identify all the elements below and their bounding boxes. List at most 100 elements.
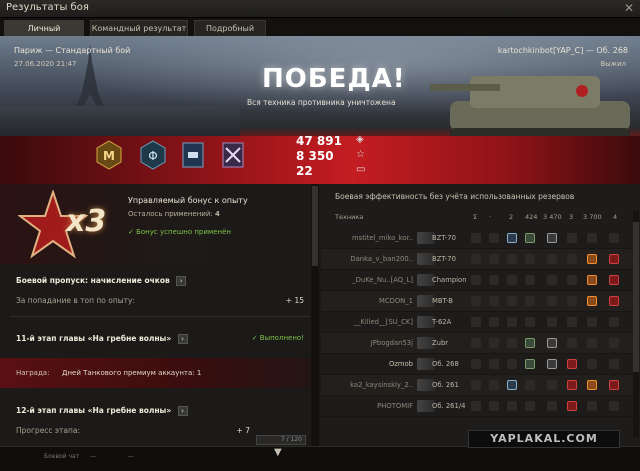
table-row[interactable]: ka2_kaysinskiy_2.. Об. 261 xyxy=(321,375,633,396)
player-name: kartochkinbot[YAP_C] — Об. 268 xyxy=(497,46,628,55)
red-stat-icon[interactable] xyxy=(609,380,619,390)
blue-stat-icon[interactable] xyxy=(507,233,517,243)
tank-name-cell: Champion xyxy=(432,276,467,284)
empty-stat-icon xyxy=(609,233,619,243)
battle-pass-row: За попадание в топ по опыту: + 15 xyxy=(16,296,304,305)
empty-stat-icon xyxy=(507,359,517,369)
green-stat-icon[interactable] xyxy=(525,233,535,243)
bonus-remaining-label: Осталось применений: xyxy=(128,210,213,218)
red-stat-icon[interactable] xyxy=(609,275,619,285)
efficiency-pane: Боевая эффективность без учёта использов… xyxy=(321,184,640,446)
empty-stat-icon xyxy=(567,275,577,285)
efficiency-header: Техника Σ · 2 424 3 470 3 3 700 4 xyxy=(321,210,633,224)
stage11-status: ✓ Выполнено! xyxy=(251,334,304,342)
empty-stat-icon xyxy=(507,317,517,327)
m-class-medal-icon[interactable]: M xyxy=(96,140,122,170)
scroll-down-arrow-icon[interactable]: ▼ xyxy=(274,447,282,458)
empty-stat-icon xyxy=(587,359,597,369)
empty-stat-icon xyxy=(489,275,499,285)
orange-stat-icon[interactable] xyxy=(587,275,597,285)
empty-stat-icon xyxy=(525,275,535,285)
gray-stat-icon[interactable] xyxy=(547,359,557,369)
empty-stat-icon xyxy=(489,254,499,264)
credits-icon: ◈ xyxy=(356,134,364,145)
gray-stat-icon[interactable] xyxy=(547,338,557,348)
tab-team-result[interactable]: Командный результат xyxy=(90,20,188,36)
empty-stat-icon xyxy=(525,380,535,390)
empty-stat-icon xyxy=(489,296,499,306)
table-row[interactable]: PHOTOMIF Об. 261/4 xyxy=(321,396,633,417)
result-banner: Париж — Стандартный бой 27.06.2020 21:47… xyxy=(0,36,640,184)
red-stat-icon[interactable] xyxy=(609,296,619,306)
bonus-multiplier: x3 xyxy=(66,204,107,239)
star-icon: ☆ xyxy=(356,149,365,160)
table-row[interactable]: Ozmob Об. 268 xyxy=(321,354,633,375)
efficiency-scrollbar-thumb[interactable] xyxy=(633,222,639,372)
stage12-points: + 7 xyxy=(236,426,250,435)
red-stat-icon[interactable] xyxy=(609,254,619,264)
battle-pass-arrow-button[interactable]: › xyxy=(176,276,187,286)
table-row[interactable]: JPbogdan53j Zubr xyxy=(321,333,633,354)
header-col424: 424 xyxy=(525,213,538,221)
left-scrollbar[interactable] xyxy=(311,184,319,446)
table-row[interactable]: MCDON_1 MBT-B xyxy=(321,291,633,312)
blue-stat-icon[interactable] xyxy=(507,380,517,390)
left-scrollbar-thumb[interactable] xyxy=(312,186,318,266)
red-stat-icon[interactable] xyxy=(567,401,577,411)
orange-stat-icon[interactable] xyxy=(587,380,597,390)
svg-text:Φ: Φ xyxy=(148,149,157,163)
shield-medal-icon[interactable]: Φ xyxy=(140,140,166,170)
battle-pass-section: Боевой пропуск: начисление очков › xyxy=(16,276,327,286)
stage11-arrow-button[interactable]: › xyxy=(177,334,188,344)
table-row[interactable]: Danka_v_ban200.. BZT-70 xyxy=(321,249,633,270)
empty-stat-icon xyxy=(609,317,619,327)
divider xyxy=(10,316,310,317)
header-col3: 3 xyxy=(569,213,574,221)
red-stat-icon[interactable] xyxy=(567,359,577,369)
tank-name-cell: BZT-70 xyxy=(432,234,456,242)
empty-stat-icon xyxy=(507,296,517,306)
table-row[interactable]: __Killed__[SU_CK] T-62A xyxy=(321,312,633,333)
empty-stat-icon xyxy=(471,401,481,411)
tank-medal-icon[interactable] xyxy=(180,140,206,170)
orange-stat-icon[interactable] xyxy=(587,254,597,264)
empty-stat-icon xyxy=(507,338,517,348)
empty-stat-icon xyxy=(471,317,481,327)
empty-stat-icon xyxy=(525,401,535,411)
empty-stat-icon xyxy=(471,254,481,264)
table-row[interactable]: mstitel_miko_kor.. BZT-70 xyxy=(321,228,633,249)
tab-detailed-report[interactable]: Подробный отчёт xyxy=(194,20,266,49)
victory-subtitle: Вся техника противника уничтожена xyxy=(247,98,396,107)
empty-stat-icon xyxy=(489,401,499,411)
battle-pass-points: + 15 xyxy=(285,296,304,305)
player-name-cell: JPbogdan53j xyxy=(370,339,413,347)
gray-stat-icon[interactable] xyxy=(547,233,557,243)
player-name-cell: mstitel_miko_kor.. xyxy=(352,234,413,242)
player-name-cell: MCDON_1 xyxy=(378,297,413,305)
stage12-title: 12-й этап главы «На гребне волны» xyxy=(16,406,172,415)
empty-stat-icon xyxy=(489,317,499,327)
efficiency-scrollbar[interactable] xyxy=(633,210,639,438)
table-row[interactable]: _DuKe_Nu..[AQ_L] Champion xyxy=(321,270,633,291)
empty-stat-icon xyxy=(471,233,481,243)
orange-stat-icon[interactable] xyxy=(587,296,597,306)
green-stat-icon[interactable] xyxy=(525,359,535,369)
tab-personal-result[interactable]: Личный результат xyxy=(4,20,84,49)
header-sum: Σ xyxy=(473,213,478,221)
close-icon[interactable]: ✕ xyxy=(624,1,634,15)
header-col2: 2 xyxy=(509,213,514,221)
tank-name-cell: Об. 261 xyxy=(432,381,459,389)
red-stat-icon[interactable] xyxy=(567,380,577,390)
experience-value: 8 350 xyxy=(296,149,334,163)
green-stat-icon[interactable] xyxy=(525,338,535,348)
victory-title: ПОБЕДА! xyxy=(262,64,406,94)
footer-item-chat[interactable]: Боевой чат xyxy=(44,453,79,460)
tank-name-cell: Об. 261/4 xyxy=(432,402,466,410)
empty-stat-icon xyxy=(609,401,619,411)
city-silhouette xyxy=(0,106,240,136)
crossed-guns-medal-icon[interactable] xyxy=(220,140,246,170)
header-col3470: 3 470 xyxy=(543,213,562,221)
stage12-arrow-button[interactable]: › xyxy=(177,406,188,416)
empty-stat-icon xyxy=(547,401,557,411)
bonus-remaining-count: 4 xyxy=(215,210,220,218)
